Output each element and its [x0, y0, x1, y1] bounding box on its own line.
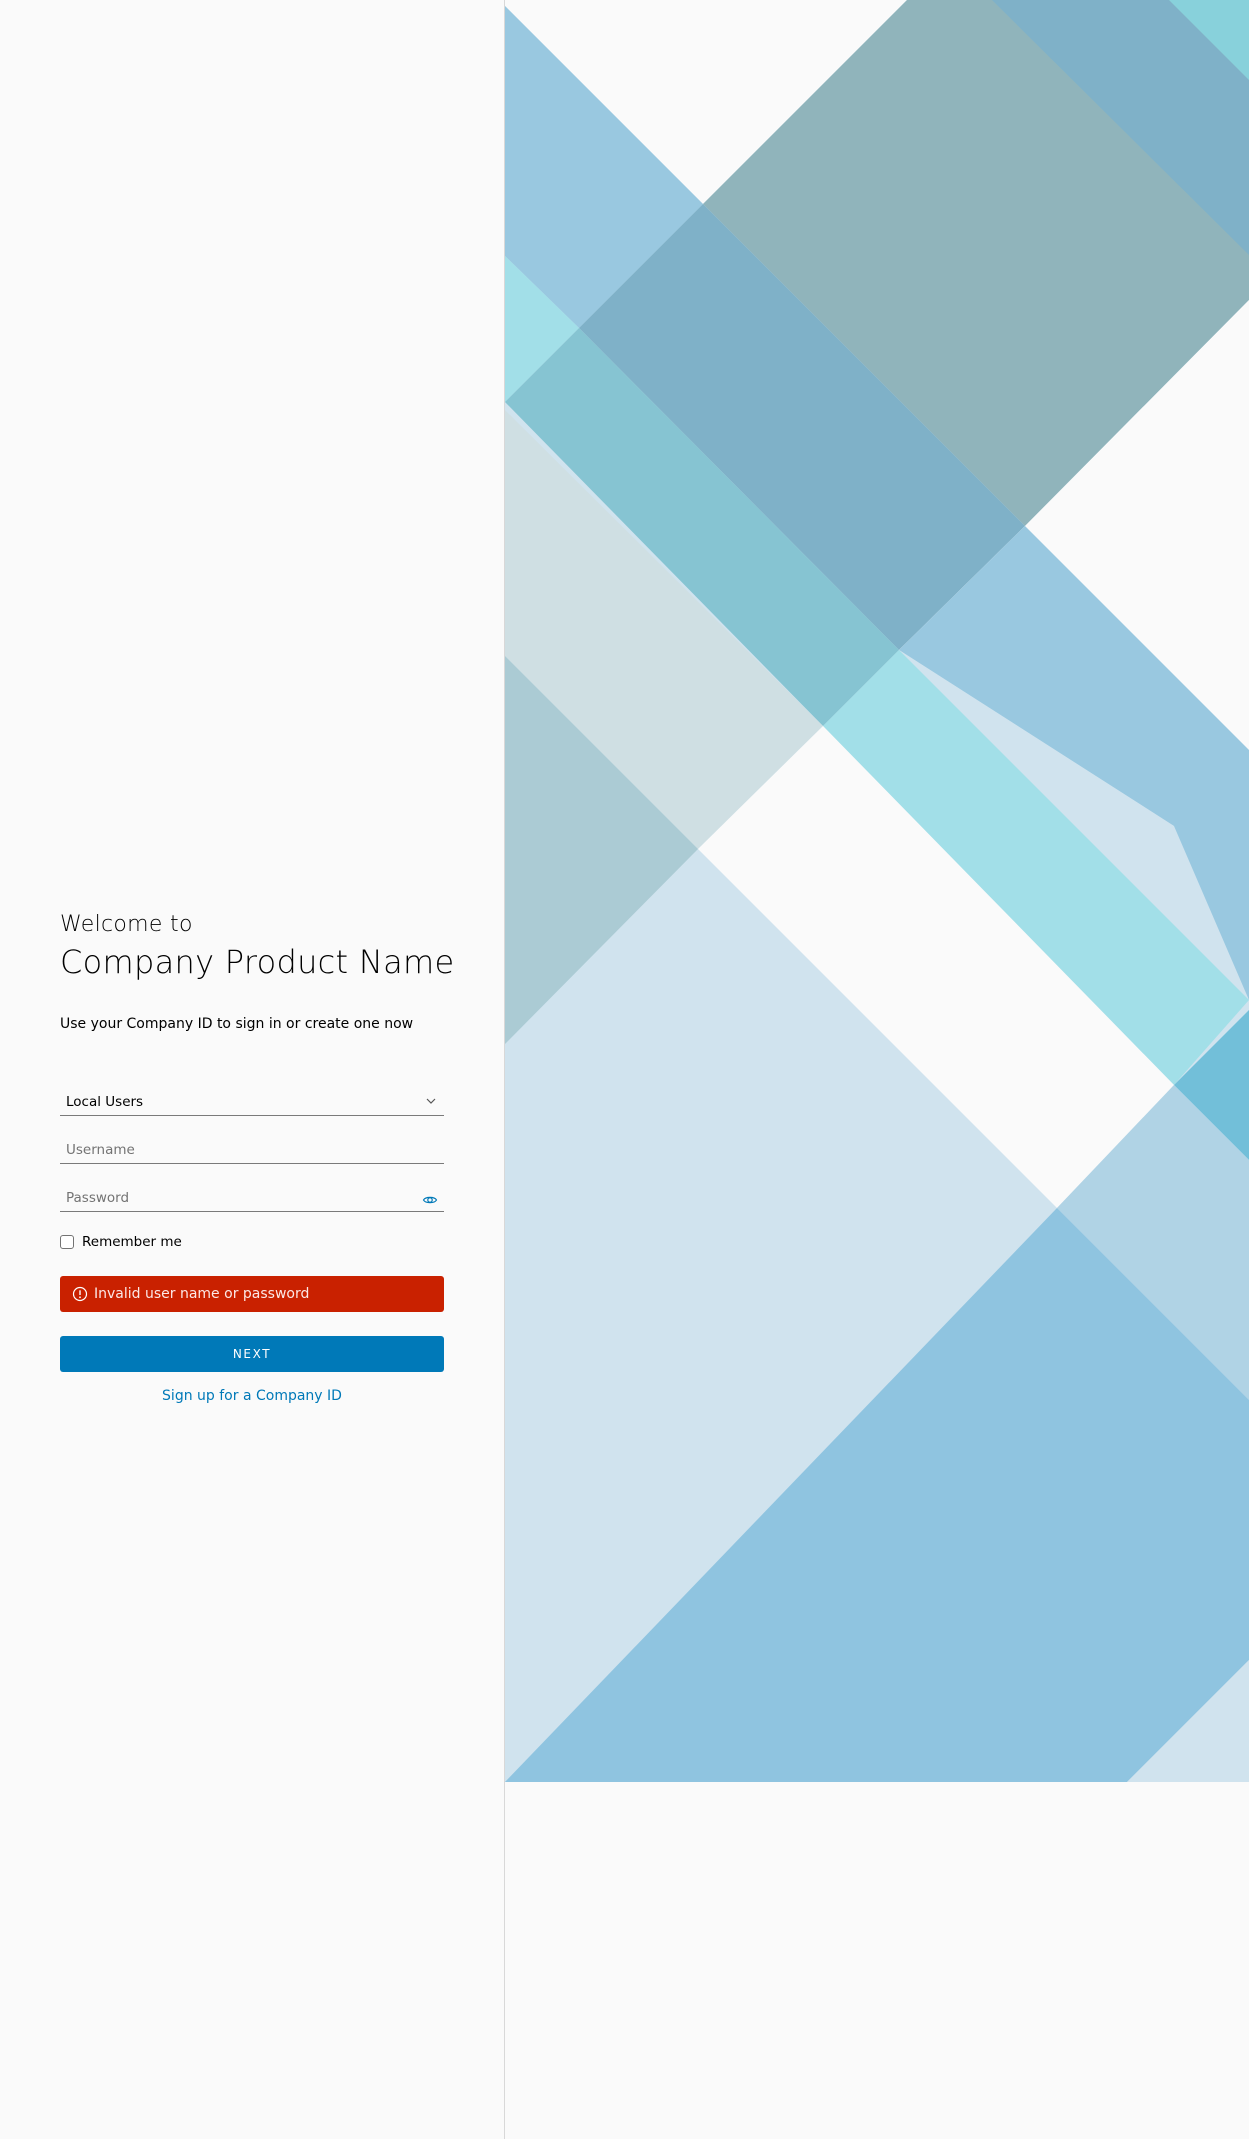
domain-select[interactable]: Local Users	[60, 1082, 444, 1116]
decorative-background-art	[505, 0, 1249, 1782]
password-input[interactable]	[66, 1189, 406, 1207]
next-button[interactable]: NEXT	[60, 1336, 444, 1372]
domain-select-value: Local Users	[66, 1094, 144, 1110]
password-field[interactable]	[60, 1178, 444, 1212]
welcome-text: Welcome to	[60, 912, 193, 937]
geometric-pattern-graphic	[505, 0, 1249, 1782]
login-subtitle: Use your Company ID to sign in or create…	[60, 1016, 414, 1032]
error-alert: Invalid user name or password	[60, 1276, 444, 1312]
eye-icon[interactable]	[422, 1192, 438, 1208]
error-message: Invalid user name or password	[94, 1286, 310, 1302]
login-page: Welcome to Company Product Name Use your…	[0, 0, 1249, 2139]
username-input[interactable]	[66, 1141, 406, 1159]
chevron-down-icon	[426, 1098, 436, 1104]
login-form: Welcome to Company Product Name Use your…	[60, 910, 455, 1404]
exclamation-circle-icon	[72, 1286, 88, 1302]
remember-me-checkbox[interactable]	[60, 1235, 74, 1249]
login-panel: Welcome to Company Product Name Use your…	[0, 0, 505, 2139]
remember-me[interactable]: Remember me	[60, 1232, 444, 1252]
username-field[interactable]	[60, 1130, 444, 1164]
product-title: Company Product Name	[60, 943, 455, 981]
remember-me-label[interactable]: Remember me	[82, 1234, 182, 1250]
signup-link[interactable]: Sign up for a Company ID	[60, 1388, 444, 1404]
